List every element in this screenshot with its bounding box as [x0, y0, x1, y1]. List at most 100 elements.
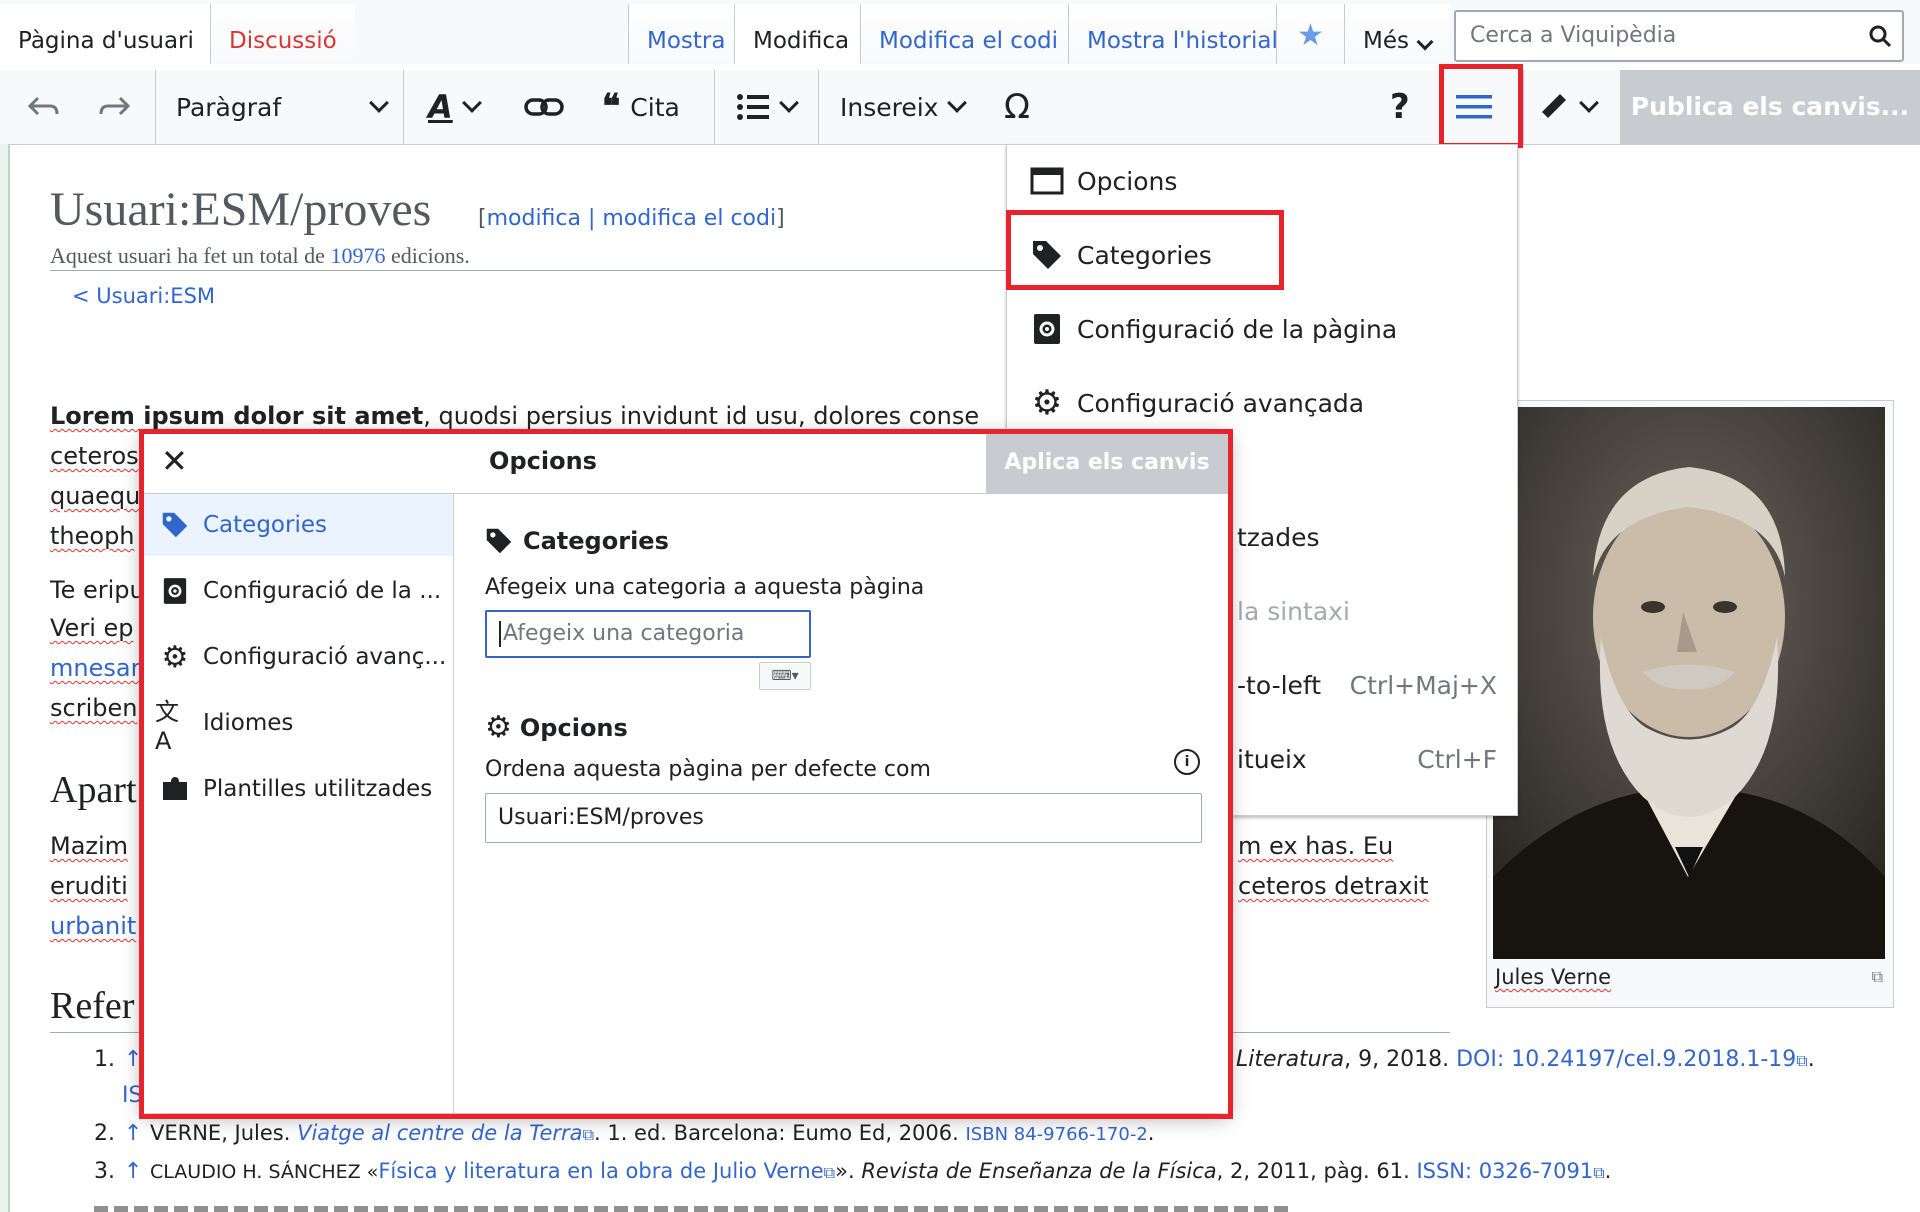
tab-more-label: Més	[1363, 28, 1409, 54]
chevron-down-icon	[461, 93, 482, 113]
infobox-image[interactable]: Jules Verne ⧉	[1486, 400, 1894, 1008]
ref-3-text: CLAUDIO H. SÁNCHEZ «Física y literatura …	[150, 1159, 1611, 1183]
keyboard-input-method-icon[interactable]: ⌨▾	[759, 662, 811, 690]
tab-user-page[interactable]: Pàgina d'usuari	[0, 4, 212, 64]
link-icon[interactable]	[524, 70, 564, 144]
menu-item-partial-syntax[interactable]: la sintaxi	[1237, 597, 1350, 626]
ref-3-journal: Revista de Enseñanza de la Física	[861, 1159, 1217, 1183]
menu-item-page-settings[interactable]: Configuració de la pàgina	[1027, 299, 1397, 359]
edit-links: [modifica | modifica el codi]	[478, 206, 785, 231]
ref-3-backlink[interactable]: ↑	[124, 1159, 142, 1184]
ref-1-line-2[interactable]: IS	[122, 1083, 142, 1108]
menu-item-categories[interactable]: Categories	[1027, 225, 1212, 285]
paragraph-1-text: , quodsi persius invidunt id usu, dolore…	[423, 402, 980, 430]
tab-history[interactable]: Mostra l'historial	[1068, 4, 1296, 64]
add-category-input[interactable]: Afegeix una categoria	[485, 610, 811, 658]
language-icon: 文A	[155, 697, 179, 755]
tab-edit-source[interactable]: Modifica el codi	[860, 4, 1077, 64]
settings-page-icon	[155, 577, 195, 605]
paragraph-2-link[interactable]: mnesar	[50, 654, 140, 682]
tab-discussion[interactable]: Discussió	[210, 4, 355, 64]
edit-link[interactable]: modifica	[487, 206, 581, 231]
external-link-icon: ⧉	[582, 1125, 594, 1144]
apply-changes-button[interactable]: Aplica els canvis	[986, 433, 1228, 493]
categories-field-label: Afegeix una categoria a aquesta pàgina	[485, 575, 925, 600]
edit-mode-dropdown[interactable]	[1536, 70, 1599, 144]
help-button[interactable]: ?	[1390, 70, 1410, 144]
menu-item-page-settings-label: Configuració de la pàgina	[1077, 314, 1398, 344]
cite-button[interactable]: ❝ Cita	[602, 70, 680, 144]
tab-more[interactable]: Més	[1344, 4, 1449, 64]
categories-section-heading: Categories	[485, 527, 669, 555]
paragraph-2-line-1: Te eripu	[50, 576, 145, 604]
tag-icon	[486, 528, 512, 554]
chevron-down-icon	[1579, 93, 1599, 113]
search-input[interactable]: Cerca a Viquipèdia	[1454, 10, 1904, 62]
list-dropdown[interactable]	[736, 70, 799, 144]
sidebar-item-templates[interactable]: Plantilles utilitzades	[143, 758, 453, 820]
sidebar-item-label: Categories	[203, 512, 327, 538]
search-icon[interactable]	[1868, 24, 1892, 48]
ref-2-isbn-link[interactable]: ISBN 84-9766-170-2	[966, 1124, 1148, 1145]
special-characters-icon[interactable]: Ω	[1004, 70, 1030, 144]
menu-item-partial-templates[interactable]: tzades	[1237, 523, 1320, 552]
breadcrumb[interactable]: < Usuari:ESM	[72, 284, 215, 308]
sidebar-item-categories[interactable]: Categories	[143, 494, 453, 556]
ref-2-mid: . 1. ed. Barcelona: Eumo Ed, 2006.	[594, 1121, 966, 1145]
ref-3-issn-label[interactable]: ISSN	[1416, 1159, 1465, 1183]
ref-3-rest: , 2, 2011, pàg. 61.	[1216, 1159, 1417, 1183]
menu-item-partial-rtl[interactable]: -to-left	[1237, 671, 1321, 700]
ref-2-number: 2.	[94, 1121, 115, 1146]
external-link-icon: ⧉	[823, 1163, 836, 1182]
watch-star-icon[interactable]: ★	[1276, 4, 1344, 64]
enlarge-icon[interactable]: ⧉	[1872, 967, 1883, 987]
paragraph-3-link[interactable]: urbanit	[50, 912, 136, 940]
paragraph-format-dropdown[interactable]: Paràgraf	[176, 70, 389, 144]
paragraph-1-line-3: quaequ	[50, 482, 141, 510]
ref-3-end: .	[1604, 1159, 1612, 1183]
ref-1-doi[interactable]: : 10.24197/cel.9.2018.1-19	[1497, 1047, 1796, 1072]
ref-2-backlink[interactable]: ↑	[124, 1121, 142, 1146]
menu-item-partial-replace[interactable]: itueix	[1237, 745, 1307, 774]
sidebar-item-advanced-settings[interactable]: ⚙ Configuració avanç...	[143, 626, 453, 688]
sort-key-input[interactable]: Usuari:ESM/proves	[485, 793, 1202, 843]
insert-dropdown[interactable]: Insereix	[840, 70, 968, 144]
ref-3-title-link[interactable]: Física y literatura en la obra de Julio …	[378, 1159, 823, 1183]
edit-source-link[interactable]: modifica el codi	[602, 206, 776, 231]
tag-icon	[1027, 239, 1067, 271]
ref-1-backlink[interactable]: ↑	[124, 1047, 142, 1072]
tab-edit[interactable]: Modifica	[734, 4, 868, 64]
menu-item-advanced-settings[interactable]: ⚙ Configuració avançada	[1027, 373, 1364, 433]
puzzle-icon	[155, 776, 195, 802]
edit-count-link[interactable]: 10976	[330, 243, 385, 268]
sidebar-item-languages[interactable]: 文A Idiomes	[143, 692, 453, 755]
page-options-menu-icon[interactable]	[1456, 70, 1492, 144]
external-link-icon: ⧉	[1593, 1163, 1605, 1182]
ref-3-issn[interactable]: : 0326-7091	[1465, 1159, 1593, 1183]
text-cursor	[499, 621, 501, 647]
search-placeholder: Cerca a Viquipèdia	[1470, 23, 1677, 48]
text-style-icon: A	[428, 88, 453, 126]
ref-4-cutoff	[94, 1196, 1294, 1212]
chevron-down-icon	[369, 93, 389, 113]
dialog-title: Opcions	[489, 447, 597, 475]
subtitle-post: edicions.	[385, 243, 470, 268]
ref-1-journal: Literatura	[1236, 1047, 1345, 1072]
ref-1-number: 1.	[94, 1047, 115, 1072]
menu-item-options[interactable]: Opcions	[1027, 151, 1177, 211]
publish-button[interactable]: Publica els canvis...	[1620, 70, 1920, 144]
gear-icon: ⚙	[1031, 383, 1063, 423]
ref-1-doi-label[interactable]: DOI	[1456, 1047, 1497, 1072]
ref-2-title-link[interactable]: Viatge al centre de la Terra	[297, 1121, 582, 1145]
sidebar-item-page-settings[interactable]: Configuració de la ...	[143, 560, 453, 622]
tab-show[interactable]: Mostra	[628, 4, 744, 64]
pencil-icon	[1540, 94, 1566, 120]
chevron-down-icon	[779, 93, 799, 113]
text-style-dropdown[interactable]: A	[428, 70, 482, 144]
undo-icon[interactable]	[26, 70, 60, 144]
redo-icon[interactable]	[98, 70, 132, 144]
section-heading-apart: Apart	[50, 769, 137, 811]
info-icon[interactable]: i	[1174, 749, 1200, 775]
menu-item-categories-label: Categories	[1077, 240, 1212, 270]
paragraph-1-line-4: theoph	[50, 522, 135, 550]
